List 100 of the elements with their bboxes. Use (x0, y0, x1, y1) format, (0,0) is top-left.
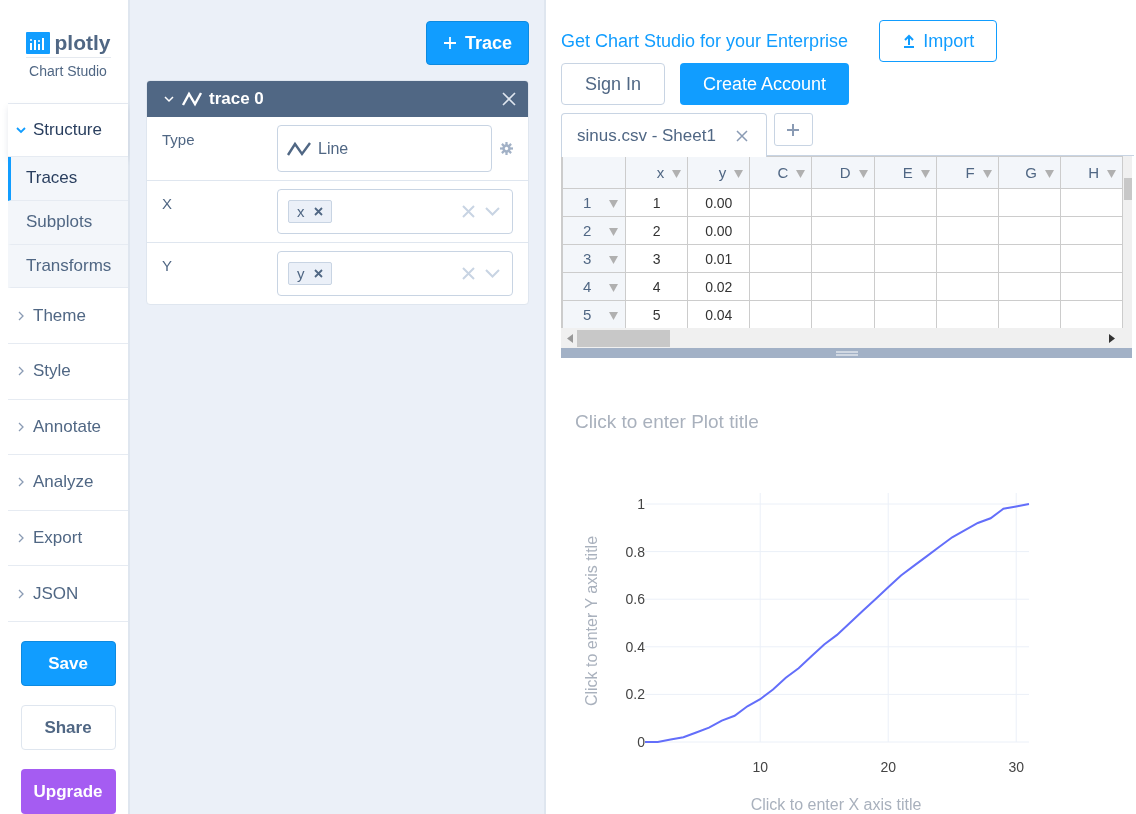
chevron-down-icon[interactable] (485, 269, 500, 278)
column-header[interactable]: y (687, 156, 750, 189)
trace-title: trace 0 (209, 89, 264, 109)
sidebar-group[interactable]: Export (8, 510, 128, 567)
table-cell[interactable]: 3 (625, 244, 688, 273)
scroll-left-icon[interactable] (567, 333, 573, 343)
x-tick-label: 20 (880, 759, 896, 775)
y-tick-label: 0.8 (625, 543, 645, 560)
column-header[interactable]: E (874, 156, 937, 189)
chevron-down-icon (163, 94, 175, 104)
logo-subtitle: Chart Studio (29, 63, 107, 79)
dropdown-icon[interactable] (609, 228, 619, 236)
close-icon[interactable] (735, 129, 748, 142)
column-select-field[interactable]: y (277, 251, 513, 296)
plus-icon (786, 122, 801, 137)
upgrade-button[interactable]: Upgrade (20, 769, 116, 814)
sidebar-group[interactable]: Theme (8, 288, 128, 344)
chevron-down-icon (16, 124, 26, 135)
resize-handle[interactable] (561, 348, 1132, 358)
chevron-right-icon (16, 366, 26, 377)
dropdown-icon[interactable] (609, 312, 619, 320)
scroll-right-icon[interactable] (1109, 333, 1115, 343)
dropdown-icon[interactable] (609, 256, 619, 264)
y-tick-label: 0 (637, 734, 645, 750)
table-cell[interactable]: 0.00 (687, 188, 750, 217)
table-cell[interactable]: 2 (625, 216, 688, 245)
y-tick-label: 0.6 (625, 591, 645, 608)
chevron-right-icon (16, 310, 26, 321)
trace-type-dropdown[interactable]: Line (277, 125, 492, 172)
x-tick-label: 30 (1008, 759, 1024, 775)
dropdown-icon[interactable] (796, 170, 806, 178)
share-button[interactable]: Share (20, 705, 116, 750)
column-select-field[interactable]: x (277, 189, 513, 234)
column-header[interactable]: G (998, 156, 1061, 189)
save-button[interactable]: Save (20, 641, 116, 686)
enterprise-link[interactable]: Get Chart Studio for your Enterprise (561, 30, 849, 52)
chevron-right-icon (16, 533, 26, 544)
column-header[interactable]: H (1060, 156, 1123, 189)
grip-icon[interactable] (835, 350, 858, 356)
selected-tag[interactable]: y (288, 262, 332, 285)
add-sheet-button[interactable] (773, 113, 813, 146)
sign-in-button[interactable]: Sign In (561, 63, 666, 105)
table-cell[interactable]: 0.02 (687, 272, 750, 301)
table-cell[interactable]: 0.01 (687, 244, 750, 273)
column-header[interactable]: x (625, 156, 688, 189)
vertical-scrollbar[interactable] (1123, 156, 1132, 328)
table-cell[interactable]: 0.00 (687, 216, 750, 245)
clear-icon[interactable] (462, 267, 475, 280)
dropdown-icon[interactable] (982, 170, 992, 178)
field-label: X (162, 194, 173, 212)
plus-icon (442, 36, 457, 50)
add-trace-button[interactable]: Trace (425, 21, 529, 65)
sidebar-item[interactable]: Subplots (8, 200, 128, 245)
remove-icon[interactable] (313, 269, 323, 278)
dropdown-icon[interactable] (1107, 170, 1116, 178)
y-tick-label: 0.2 (625, 686, 645, 703)
sidebar-item[interactable]: Traces (8, 157, 128, 201)
import-button[interactable]: Import (879, 20, 998, 62)
line-chart-icon (181, 91, 203, 107)
row-header[interactable]: 1 (562, 188, 626, 217)
selected-tag[interactable]: x (288, 200, 332, 223)
upload-icon (902, 34, 917, 48)
table-cell[interactable]: 4 (625, 272, 688, 301)
table-cell[interactable]: 1 (625, 188, 688, 217)
horizontal-scrollbar[interactable] (561, 328, 1132, 348)
sidebar-group[interactable]: Analyze (8, 455, 128, 511)
trace-panel-header[interactable]: trace 0 (147, 81, 528, 117)
chevron-right-icon (16, 477, 26, 488)
y-tick-label: 1 (637, 496, 645, 512)
column-header[interactable]: F (936, 156, 999, 189)
row-header[interactable]: 4 (562, 272, 626, 301)
sheet-tab[interactable]: sinus.csv - Sheet1 (561, 113, 767, 157)
dropdown-icon[interactable] (858, 170, 868, 178)
dropdown-icon[interactable] (609, 284, 619, 292)
sidebar-group[interactable]: Annotate (8, 399, 128, 456)
chevron-right-icon (16, 588, 26, 599)
column-header[interactable]: D (811, 156, 875, 189)
row-header[interactable]: 3 (562, 244, 626, 273)
dropdown-icon[interactable] (734, 170, 744, 178)
dropdown-icon[interactable] (1044, 170, 1054, 178)
row-header[interactable]: 2 (562, 216, 626, 245)
field-label: Type (162, 130, 196, 148)
chevron-down-icon[interactable] (485, 207, 500, 216)
sidebar-group[interactable]: Style (8, 343, 128, 400)
y-tick-label: 0.4 (625, 638, 645, 655)
clear-icon[interactable] (462, 205, 475, 218)
dropdown-icon[interactable] (672, 170, 682, 178)
row-header[interactable]: 5 (562, 300, 626, 328)
create-account-button[interactable]: Create Account (680, 63, 850, 105)
settings-icon[interactable] (500, 142, 513, 155)
x-tick-label: 10 (752, 759, 768, 775)
scrollbar-thumb[interactable] (577, 329, 670, 347)
sidebar-group[interactable]: JSON (8, 566, 128, 622)
scrollbar-thumb[interactable] (1124, 178, 1132, 200)
sidebar-item[interactable]: Transforms (8, 244, 128, 289)
dropdown-icon[interactable] (920, 170, 930, 178)
dropdown-icon[interactable] (609, 200, 619, 208)
field-label: Y (162, 256, 173, 274)
column-header[interactable]: C (749, 156, 812, 189)
remove-icon[interactable] (313, 207, 323, 216)
